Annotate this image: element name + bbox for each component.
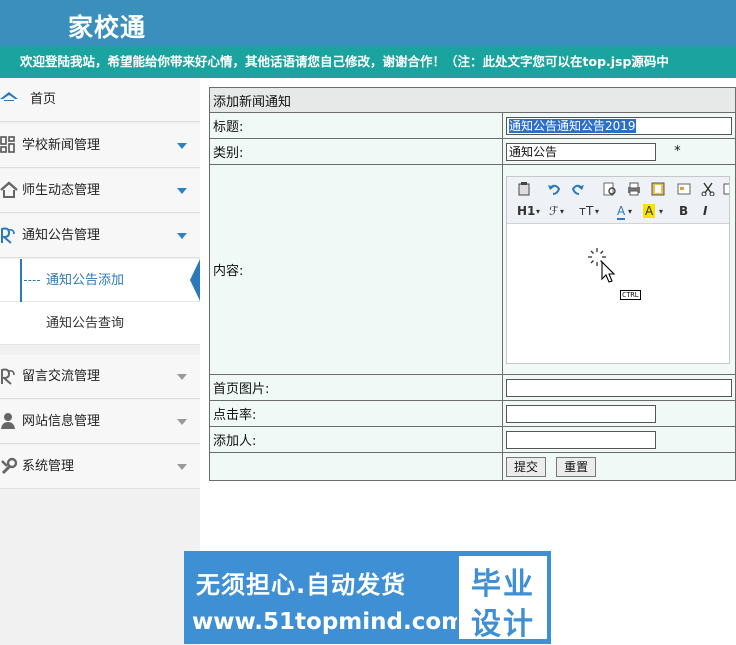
welcome-notice: 欢迎登陆我站，希望能给你带来好心情，其他话语请您自己修改，谢谢合作！（注：此处文… <box>0 46 736 78</box>
sidebar-subitem-notice-add[interactable]: 通知公告添加 <box>0 259 200 302</box>
clicks-input[interactable] <box>506 404 656 423</box>
sidebar-item-notices[interactable]: 通知公告管理 <box>0 214 200 258</box>
loading-cursor-icon <box>587 247 619 287</box>
font-family-button[interactable]: ℱ <box>549 204 558 218</box>
add-notice-form: 添加新闻通知 标题: 通知公告通知公告2019 类别: 通知公告 * 内容: H… <box>209 87 736 481</box>
watermark-badge-line1: 毕业 <box>471 567 535 602</box>
heading-button[interactable]: H1 <box>517 204 535 218</box>
sidebar-item-label: 网站信息管理 <box>22 414 101 429</box>
chevron-down-icon <box>177 233 187 239</box>
watermark-badge-line2: 设计 <box>471 607 535 642</box>
sidebar-subitem-notice-query[interactable]: 通知公告查询 <box>0 302 200 345</box>
sidebar-item-system[interactable]: 系统管理 <box>0 445 200 489</box>
sidebar-item-label: 首页 <box>30 92 57 107</box>
chevron-down-icon: ▾ <box>628 206 633 216</box>
template-icon[interactable] <box>651 182 665 199</box>
clicks-label: 点击率: <box>209 400 503 427</box>
sidebar-item-label: 系统管理 <box>22 459 75 474</box>
font-color-button[interactable]: A <box>617 204 626 220</box>
sidebar-item-teacher-student[interactable]: 师生动态管理 <box>0 169 200 213</box>
rich-text-editor: H1 ▾ ℱ ▾ ᴛT ▾ A ▾ A ▾ B I CTRL <box>506 175 730 364</box>
sidebar-subitem-label: 通知公告添加 <box>46 273 125 288</box>
editor-toolbar: H1 ▾ ℱ ▾ ᴛT ▾ A ▾ A ▾ B I <box>507 176 729 224</box>
form-heading: 添加新闻通知 <box>209 87 736 113</box>
wrench-icon <box>0 457 18 475</box>
image-input[interactable] <box>506 378 732 397</box>
italic-button[interactable]: I <box>703 204 707 218</box>
adder-input[interactable] <box>506 430 656 449</box>
users-icon <box>0 226 18 244</box>
house-icon <box>0 181 18 199</box>
grid-icon <box>0 136 18 154</box>
watermark-banner: 无须担心.自动发货 www.51topmind.com 毕业 设计 <box>184 551 551 644</box>
content-label: 内容: <box>209 164 503 375</box>
chevron-down-icon: ▾ <box>536 206 541 216</box>
category-label: 类别: <box>209 138 503 165</box>
preview-icon[interactable] <box>603 182 617 199</box>
paste-icon[interactable] <box>517 181 531 199</box>
reset-button[interactable]: 重置 <box>556 456 597 477</box>
title-label: 标题: <box>209 112 503 139</box>
chevron-down-icon <box>177 374 187 380</box>
title-input[interactable]: 通知公告通知公告2019 <box>506 116 732 135</box>
submit-button[interactable]: 提交 <box>506 456 547 477</box>
home-icon <box>0 90 18 108</box>
background-color-button[interactable]: A <box>643 203 656 218</box>
sidebar-subitem-label: 通知公告查询 <box>46 316 125 331</box>
watermark-slogan: 无须担心.自动发货 <box>196 571 407 599</box>
watermark-badge: 毕业 设计 <box>457 554 549 642</box>
chevron-down-icon <box>177 188 187 194</box>
chevron-down-icon <box>177 143 187 149</box>
sidebar: 首页 学校新闻管理 师生动态管理 通知公告管理 通知公告添加 通知公告查询 留言… <box>0 78 200 645</box>
chevron-down-icon <box>177 464 187 470</box>
undo-icon[interactable] <box>547 182 561 199</box>
redo-icon[interactable] <box>571 182 585 199</box>
ctrl-hint-badge: CTRL <box>620 289 641 300</box>
active-pointer-icon <box>190 259 200 301</box>
sidebar-item-site-info[interactable]: 网站信息管理 <box>0 400 200 444</box>
users-icon <box>0 367 18 385</box>
sidebar-item-messages[interactable]: 留言交流管理 <box>0 355 200 399</box>
subitem-dash <box>24 280 40 281</box>
image-label: 首页图片: <box>209 374 503 401</box>
watermark-url: www.51topmind.com <box>192 609 466 635</box>
font-size-button[interactable]: ᴛT <box>579 204 593 218</box>
top-banner: 家校通 <box>0 0 736 46</box>
chevron-down-icon: ▾ <box>595 206 600 216</box>
empty-cell <box>209 452 503 481</box>
subitem-marker <box>20 259 22 302</box>
sidebar-item-school-news[interactable]: 学校新闻管理 <box>0 124 200 168</box>
user-icon <box>0 412 18 430</box>
sidebar-item-label: 学校新闻管理 <box>22 138 101 153</box>
cut-icon[interactable] <box>701 182 715 199</box>
sidebar-item-label: 师生动态管理 <box>22 183 101 198</box>
required-mark: * <box>674 144 681 159</box>
sidebar-item-home[interactable]: 首页 <box>0 78 200 122</box>
chevron-down-icon <box>177 419 187 425</box>
copy-icon[interactable] <box>723 182 729 199</box>
category-input[interactable]: 通知公告 <box>506 142 656 161</box>
editor-content-area[interactable] <box>507 224 729 363</box>
chevron-down-icon: ▾ <box>560 206 565 216</box>
code-icon[interactable] <box>677 182 691 199</box>
site-title: 家校通 <box>68 13 147 42</box>
sidebar-item-label: 留言交流管理 <box>22 369 101 384</box>
bold-button[interactable]: B <box>679 204 688 218</box>
sidebar-item-label: 通知公告管理 <box>22 228 101 243</box>
print-icon[interactable] <box>627 182 641 199</box>
adder-label: 添加人: <box>209 426 503 453</box>
chevron-down-icon: ▾ <box>659 206 664 216</box>
